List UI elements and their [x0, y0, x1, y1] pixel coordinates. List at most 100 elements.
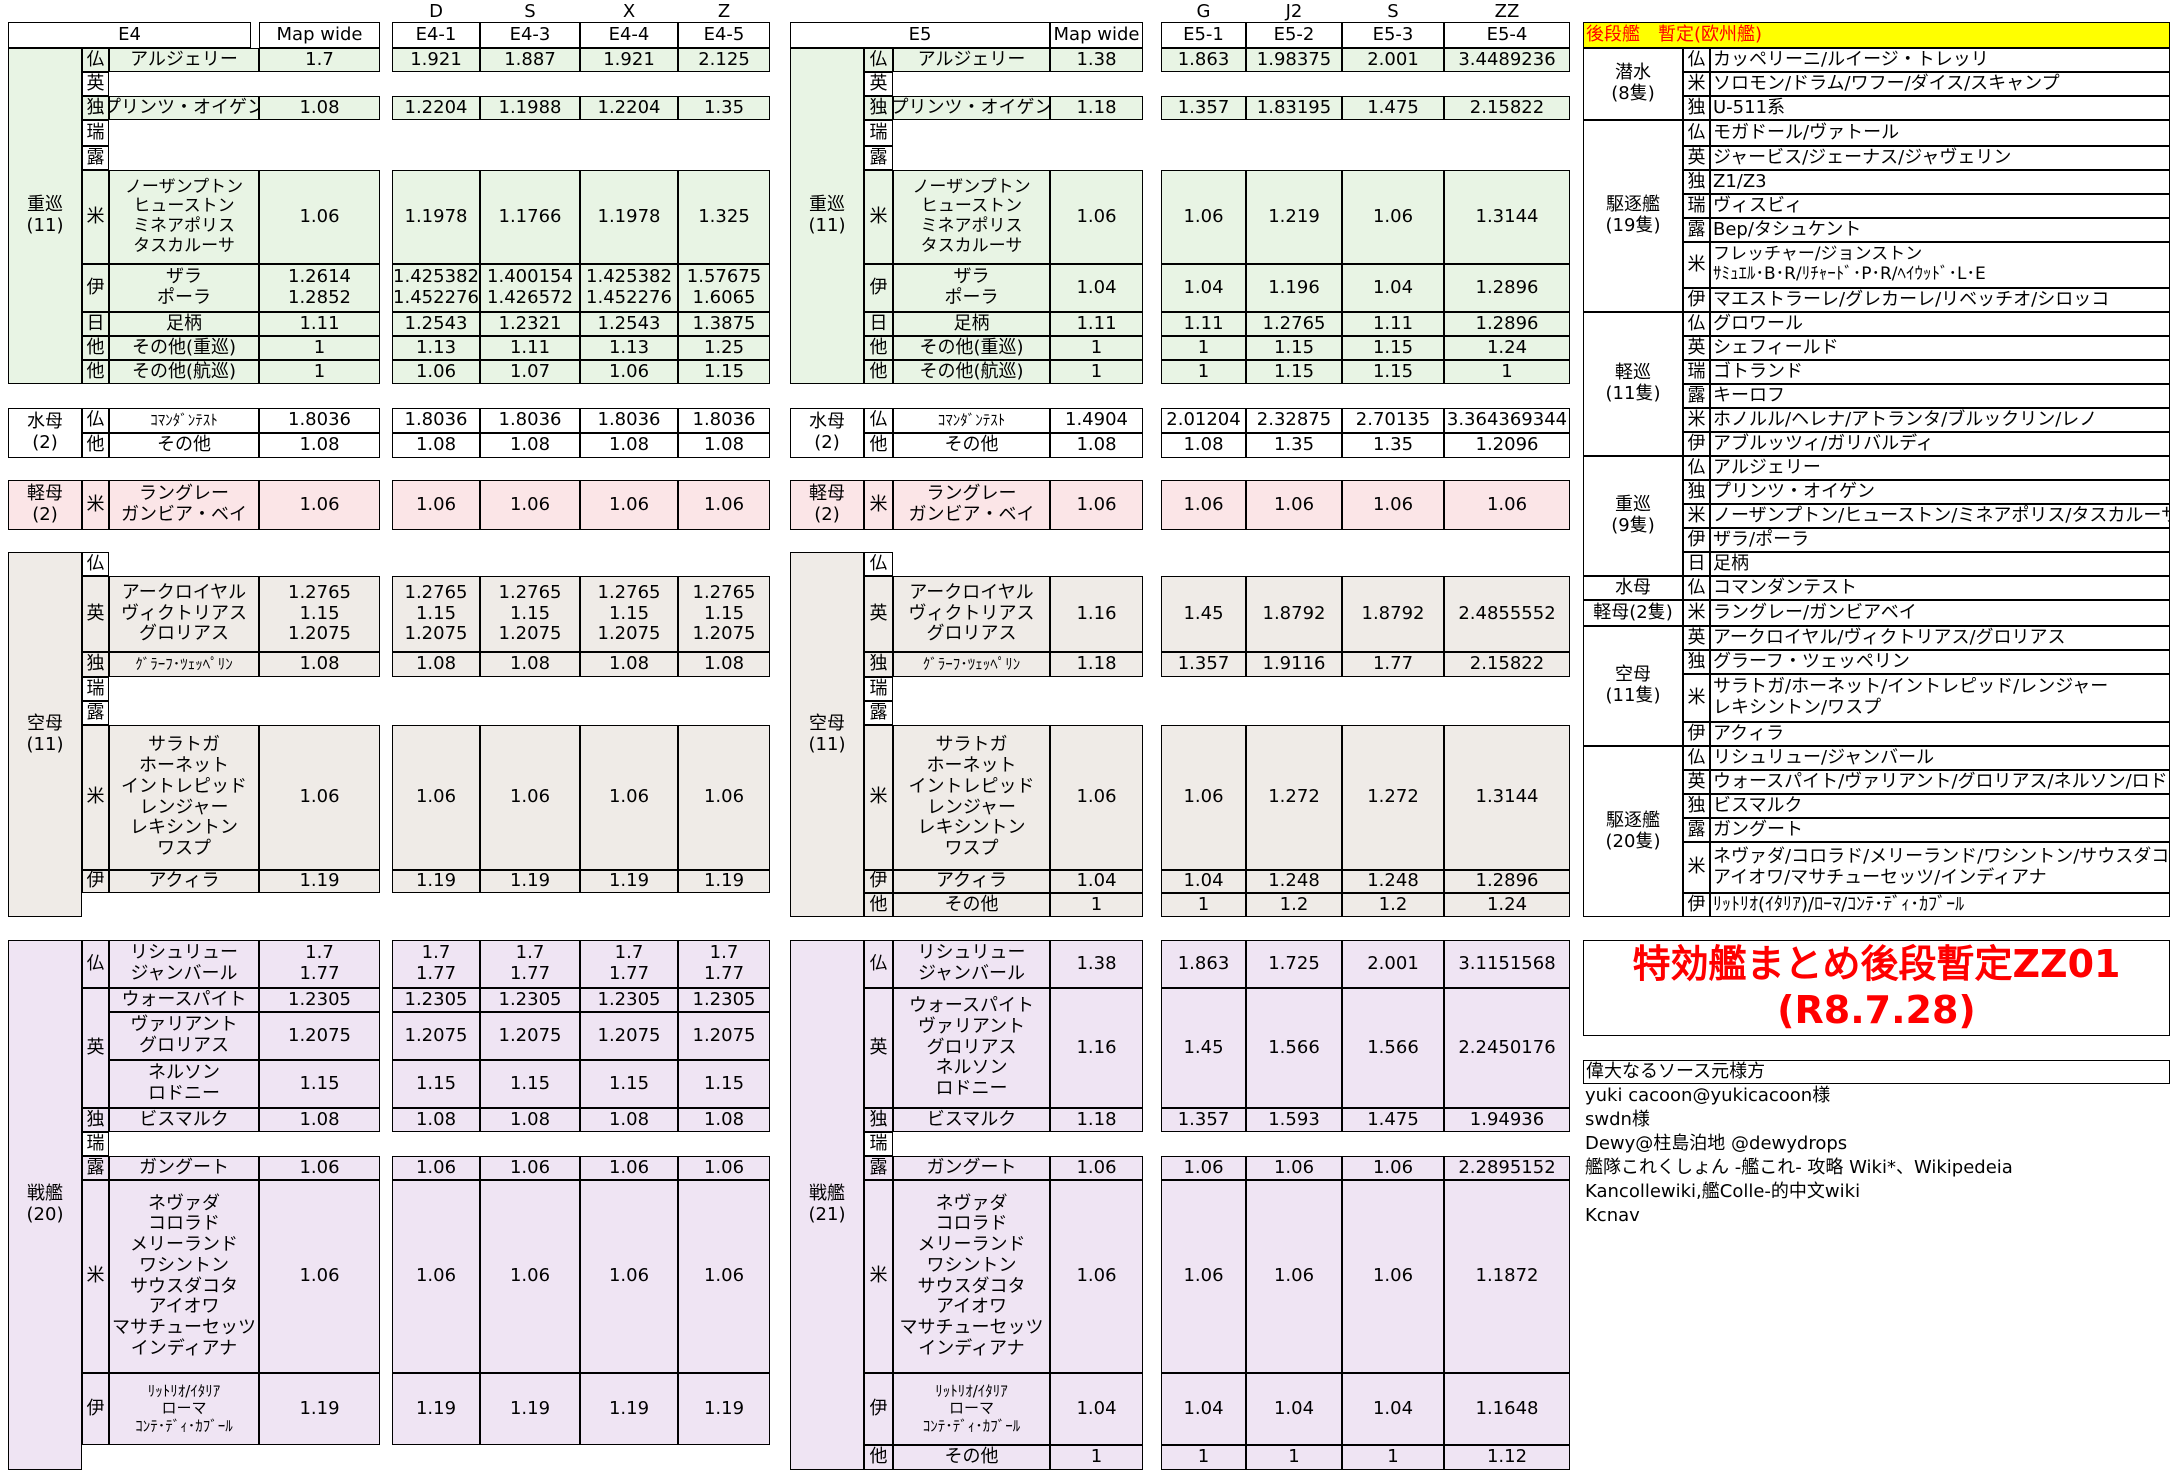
cell: 1.06	[1050, 480, 1143, 530]
cell: ネヴァダ コロラド メリーランド ワシントン サウスダコタ アイオワ マサチュー…	[109, 1180, 259, 1373]
cell: 他	[82, 360, 109, 384]
cell: 1.2075	[678, 1012, 770, 1060]
cell: 1.19	[392, 1373, 480, 1445]
cell: アブルッツィ/ガリバルディ	[1710, 432, 2170, 456]
cell: 仏	[82, 940, 109, 988]
cell: キーロフ	[1710, 384, 2170, 408]
cell: 1.04	[1050, 870, 1143, 893]
cell: 仏	[864, 552, 893, 576]
cell: 1	[1161, 360, 1246, 384]
cell: E5	[790, 22, 1050, 48]
cell: 1.2305	[580, 988, 678, 1012]
cell: 1.19	[480, 870, 580, 893]
cell: 1.2075	[392, 1012, 480, 1060]
cell: 1.196	[1246, 264, 1342, 312]
cell: 水母 (2)	[8, 408, 82, 458]
cell: 1.45	[1161, 576, 1246, 652]
cell: 2.15822	[1444, 652, 1570, 677]
cell: 1.2	[1342, 893, 1444, 917]
cell: 1.06	[1161, 480, 1246, 530]
cell: 1.94936	[1444, 1108, 1570, 1132]
cell: 2.32875	[1246, 408, 1342, 433]
cell: 1.06	[259, 480, 380, 530]
cell: 空母 (11)	[790, 552, 864, 917]
cell: 3.364369344	[1444, 408, 1570, 433]
cell: プリンツ・オイゲン	[893, 96, 1050, 120]
cell: 1.2614 1.2852	[259, 264, 380, 312]
cell: 1.08	[678, 433, 770, 458]
cell: アクィラ	[893, 870, 1050, 893]
cell: プリンツ・オイゲン	[1710, 480, 2170, 504]
cell: 1.2765	[1246, 312, 1342, 336]
cell: Dewy@柱島泊地 @dewydrops	[1585, 1132, 1848, 1154]
cell: 1.3144	[1444, 725, 1570, 870]
cell: 1.06	[480, 1156, 580, 1180]
cell: 1.06	[1050, 1180, 1143, 1373]
cell: E5-3	[1342, 22, 1444, 48]
cell: 1.425382 1.452276	[580, 264, 678, 312]
cell: 1.2075	[480, 1012, 580, 1060]
cell: 1.2305	[678, 988, 770, 1012]
cell: 1	[259, 336, 380, 360]
cell: ヴィスビィ	[1710, 194, 2170, 218]
cell: 2.001	[1342, 940, 1444, 988]
cell: 1	[1050, 336, 1143, 360]
cell: 1.19	[580, 1373, 678, 1445]
cell: アークロイヤル ヴィクトリアス グロリアス	[893, 576, 1050, 652]
cell: 伊	[864, 1373, 893, 1445]
cell: E4-4	[580, 22, 678, 48]
cell: グロワール	[1710, 312, 2170, 336]
cell: 米	[864, 170, 893, 264]
cell: その他	[893, 893, 1050, 917]
cell: 1.2543	[392, 312, 480, 336]
cell: 1.77	[1342, 652, 1444, 677]
cell: 艦隊これくしょん -艦これ- 攻略 Wiki*、Wikipedeia	[1585, 1156, 2013, 1178]
cell: 1.06	[580, 360, 678, 384]
cell: 1.15	[678, 360, 770, 384]
cell: ウォースパイト ヴァリアント グロリアス ネルソン ロドニー	[893, 988, 1050, 1108]
cell: Bep/タシュケント	[1710, 218, 2170, 242]
cell: 1.2765 1.15 1.2075	[392, 576, 480, 652]
cell: ザラ ポーラ	[109, 264, 259, 312]
cell: モガドール/ヴァトール	[1710, 120, 2170, 146]
cell: 1.08	[1161, 433, 1246, 458]
cell: アクィラ	[109, 870, 259, 893]
cell: 2.70135	[1342, 408, 1444, 433]
cell: 英	[1683, 336, 1710, 360]
cell: 1.1978	[580, 170, 678, 264]
cell: ｺﾏﾝﾀﾞﾝﾃｽﾄ	[109, 408, 259, 433]
cell: ﾘｯﾄﾘｵ(ｲﾀﾘｱ)/ﾛｰﾏ/ｺﾝﾃ･ﾃﾞｨ･ｶﾌﾞｰﾙ	[1710, 893, 2170, 917]
cell: 1.16	[1050, 988, 1143, 1108]
cell: 瑞	[82, 1132, 109, 1156]
cell: 軽巡 (11隻)	[1583, 312, 1683, 456]
cell: アルジェリー	[109, 48, 259, 72]
cell: E5-4	[1444, 22, 1570, 48]
cell: 1.7 1.77	[480, 940, 580, 988]
cell: 1.06	[1161, 725, 1246, 870]
cell: 1.08	[259, 433, 380, 458]
cell: 1.2543	[580, 312, 678, 336]
cell: 1.2305	[480, 988, 580, 1012]
cell: 他	[864, 433, 893, 458]
cell: 独	[1683, 794, 1710, 818]
cell: 軽母 (2)	[790, 480, 864, 530]
cell: 1.357	[1161, 96, 1246, 120]
cell: G	[1196, 0, 1211, 22]
cell: ガングート	[1710, 818, 2170, 842]
cell: サラトガ ホーネット イントレピッド レンジャー レキシントン ワスプ	[893, 725, 1050, 870]
cell: プリンツ・オイゲン	[109, 96, 259, 120]
cell: 1.3144	[1444, 170, 1570, 264]
cell: 1.15	[480, 1060, 580, 1108]
cell: 瑞	[864, 677, 893, 701]
cell: 1.1978	[392, 170, 480, 264]
cell: 1.725	[1246, 940, 1342, 988]
cell: ホノルル/ヘレナ/アトランタ/ブルックリン/レノ	[1710, 408, 2170, 432]
cell: 日	[82, 312, 109, 336]
cell: アークロイヤル/ヴィクトリアス/グロリアス	[1710, 626, 2170, 650]
cell: 独	[864, 1108, 893, 1132]
cell: 駆逐艦 (19隻)	[1583, 120, 1683, 312]
cell: 1.06	[1050, 725, 1143, 870]
cell: 軽母(2隻)	[1583, 600, 1683, 626]
cell: 瑞	[82, 677, 109, 701]
cell: 独	[1683, 480, 1710, 504]
